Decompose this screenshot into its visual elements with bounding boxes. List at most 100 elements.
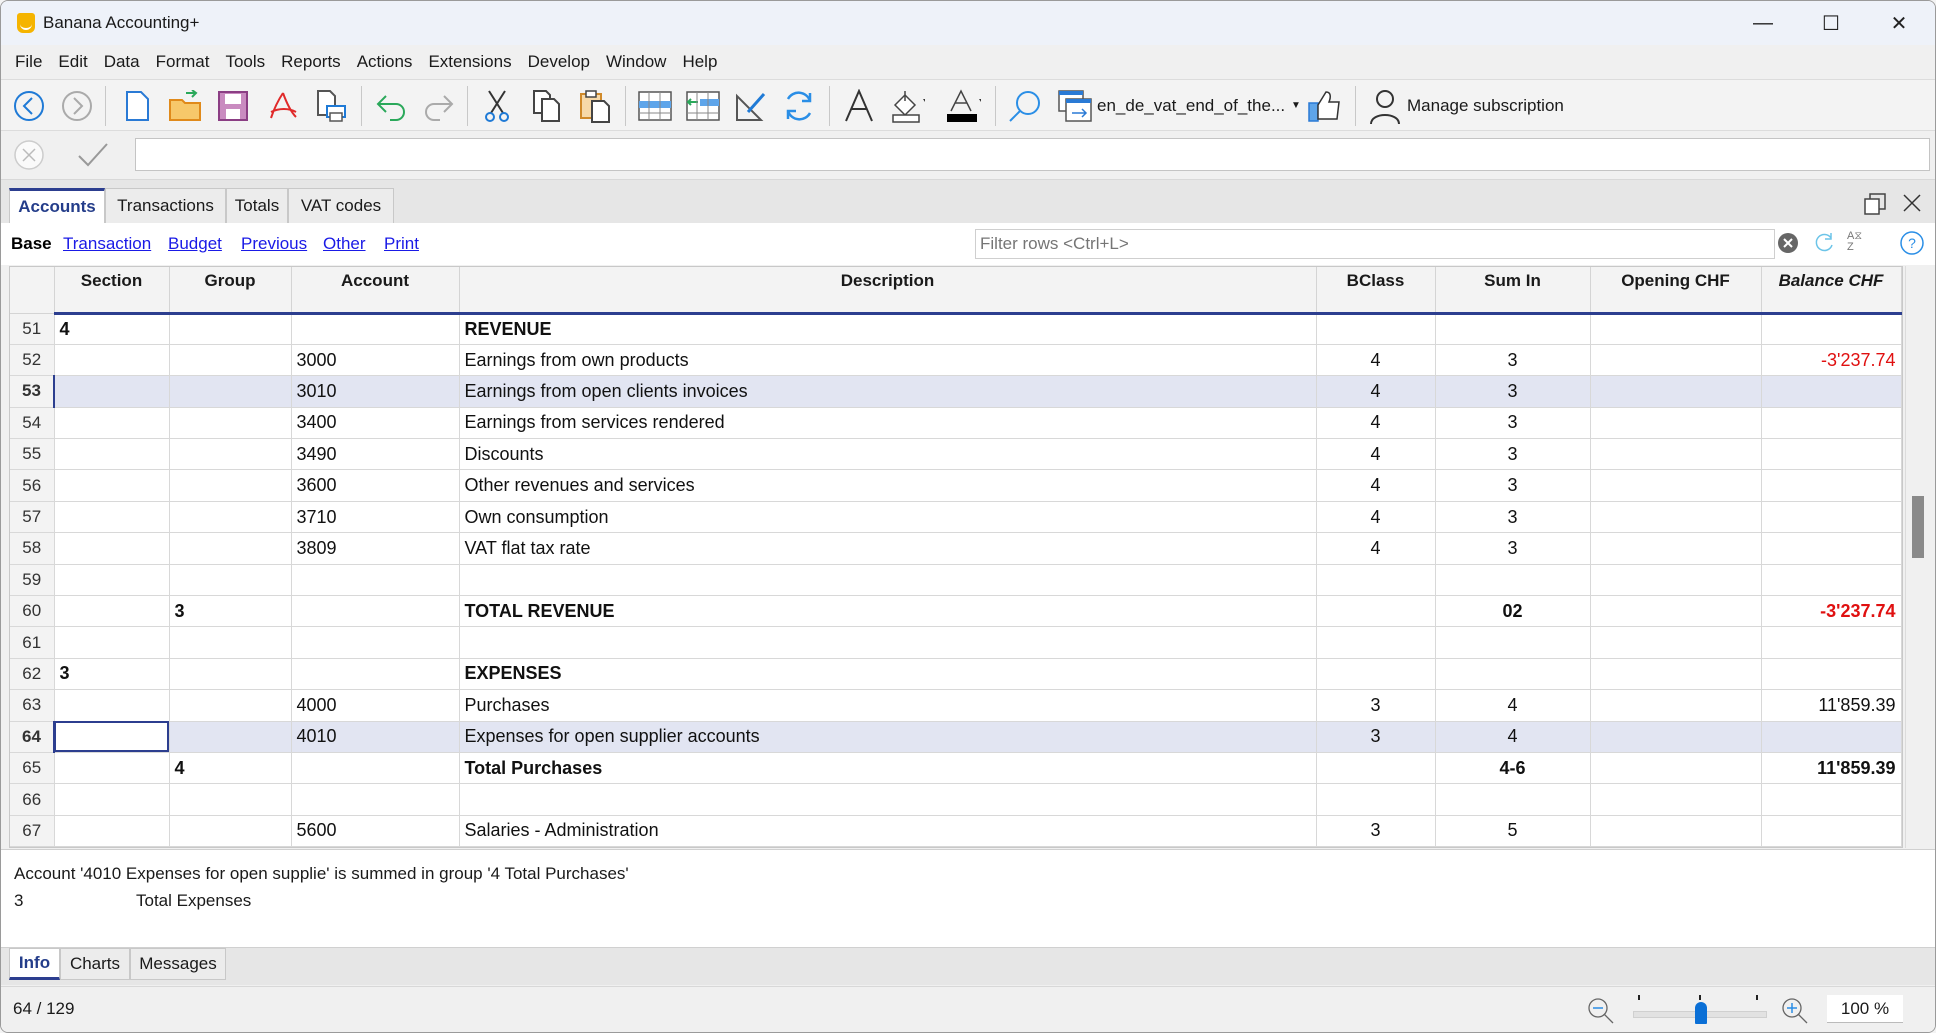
cell-opening[interactable] [1590,501,1762,534]
column-header-account[interactable]: Account [291,267,460,315]
cell-group[interactable]: 4 [169,752,292,785]
back-icon[interactable] [11,88,47,124]
table-row[interactable]: 65 4 Total Purchases 4-6 11'859.39 [10,752,1902,785]
file-selector-dropdown-icon[interactable]: ▼ [1291,100,1301,111]
row-number[interactable]: 51 [10,313,55,345]
cell-description[interactable]: VAT flat tax rate [459,532,1317,565]
cell-group[interactable]: 3 [169,595,292,628]
cell-opening[interactable] [1590,313,1762,345]
cell-balance[interactable]: -3'237.74 [1761,344,1902,377]
menu-edit[interactable]: Edit [50,52,95,72]
cell-edit-input[interactable] [135,138,1930,171]
close-table-icon[interactable] [1901,192,1923,219]
cell-sum-in[interactable] [1435,313,1591,345]
cell-sum-in[interactable] [1435,658,1591,691]
row-number[interactable]: 67 [10,815,55,847]
cell-sum-in[interactable]: 4 [1435,721,1591,753]
cell-section[interactable] [54,626,170,659]
cell-account[interactable] [291,564,460,597]
cell-bclass[interactable]: 4 [1316,344,1436,377]
cell-account[interactable] [291,752,460,785]
cell-bclass[interactable] [1316,752,1436,785]
cell-group[interactable] [169,438,292,471]
cell-balance[interactable] [1761,375,1902,408]
menu-extensions[interactable]: Extensions [420,52,519,72]
cell-description[interactable]: Purchases [459,689,1317,722]
cell-description[interactable] [459,783,1317,816]
filter-rows-input[interactable] [976,230,1676,258]
cell-section[interactable] [54,532,170,565]
cell-balance[interactable] [1761,783,1902,816]
table-row[interactable]: 61 [10,626,1902,659]
feedback-thumbs-up-icon[interactable] [1307,88,1343,124]
cell-account[interactable]: 3600 [291,469,460,502]
cell-opening[interactable] [1590,469,1762,502]
cell-group[interactable] [169,344,292,377]
vertical-scrollbar[interactable] [1905,266,1929,848]
print-icon[interactable] [313,88,349,124]
cell-bclass[interactable] [1316,626,1436,659]
cell-description[interactable]: Expenses for open supplier accounts [459,721,1317,753]
column-header-sum-in[interactable]: Sum In [1435,267,1591,315]
cell-description[interactable]: TOTAL REVENUE [459,595,1317,628]
row-number[interactable]: 53 [10,375,55,408]
tab-messages[interactable]: Messages [130,948,226,980]
cell-group[interactable] [169,564,292,597]
table-row[interactable]: 53 3010 Earnings from open clients invoice… [10,375,1902,408]
cell-group[interactable] [169,721,292,753]
cell-bclass[interactable]: 4 [1316,407,1436,440]
cell-sum-in[interactable]: 3 [1435,344,1591,377]
file-selector[interactable]: en_de_vat_end_of_the... [1097,96,1285,116]
cell-group[interactable] [169,313,292,345]
cell-opening[interactable] [1590,783,1762,816]
open-folder-icon[interactable] [167,88,203,124]
scrollbar-thumb[interactable] [1912,496,1924,558]
menu-data[interactable]: Data [96,52,148,72]
recalculate-icon[interactable] [781,88,817,124]
cell-bclass[interactable] [1316,313,1436,345]
cell-group[interactable] [169,689,292,722]
cell-opening[interactable] [1590,532,1762,565]
cell-description[interactable]: Earnings from own products [459,344,1317,377]
cell-account[interactable] [291,313,460,345]
cell-sum-in[interactable]: 3 [1435,469,1591,502]
view-base[interactable]: Base [11,234,52,254]
cell-sum-in[interactable]: 5 [1435,815,1591,847]
cell-bclass[interactable]: 4 [1316,501,1436,534]
table-row[interactable]: 59 [10,564,1902,597]
cell-section[interactable] [54,783,170,816]
row-number[interactable]: 55 [10,438,55,471]
cell-section[interactable] [54,564,170,597]
manage-subscription-button[interactable]: Manage subscription [1407,96,1564,116]
cell-section[interactable]: 3 [54,658,170,691]
zoom-out-icon[interactable] [1587,997,1615,1030]
cell-account[interactable]: 3490 [291,438,460,471]
minimize-button[interactable]: — [1733,7,1793,39]
cell-bclass[interactable] [1316,658,1436,691]
cell-description[interactable]: Other revenues and services [459,469,1317,502]
cell-description[interactable] [459,626,1317,659]
cell-balance[interactable] [1761,407,1902,440]
cell-description[interactable] [459,564,1317,597]
column-header-group[interactable]: Group [169,267,292,315]
cell-account[interactable] [291,595,460,628]
row-number[interactable]: 62 [10,658,55,691]
new-file-icon[interactable] [119,88,155,124]
cell-balance[interactable]: 11'859.39 [1761,752,1902,785]
cell-balance[interactable]: 11'859.39 [1761,689,1902,722]
copy-icon[interactable] [529,88,565,124]
table-row[interactable]: 55 3490 Discounts 4 3 [10,438,1902,471]
cell-section[interactable] [54,407,170,440]
cell-section[interactable] [54,815,170,847]
menu-help[interactable]: Help [674,52,725,72]
cell-sum-in[interactable]: 3 [1435,501,1591,534]
cell-description[interactable]: Earnings from open clients invoices [459,375,1317,408]
cell-opening[interactable] [1590,626,1762,659]
cell-sum-in[interactable]: 4-6 [1435,752,1591,785]
cell-opening[interactable] [1590,595,1762,628]
user-icon[interactable] [1367,88,1403,124]
zoom-level[interactable]: 100 % [1827,995,1903,1023]
cell-bclass[interactable]: 4 [1316,469,1436,502]
table-row[interactable]: 66 [10,783,1902,816]
forward-icon[interactable] [59,88,95,124]
